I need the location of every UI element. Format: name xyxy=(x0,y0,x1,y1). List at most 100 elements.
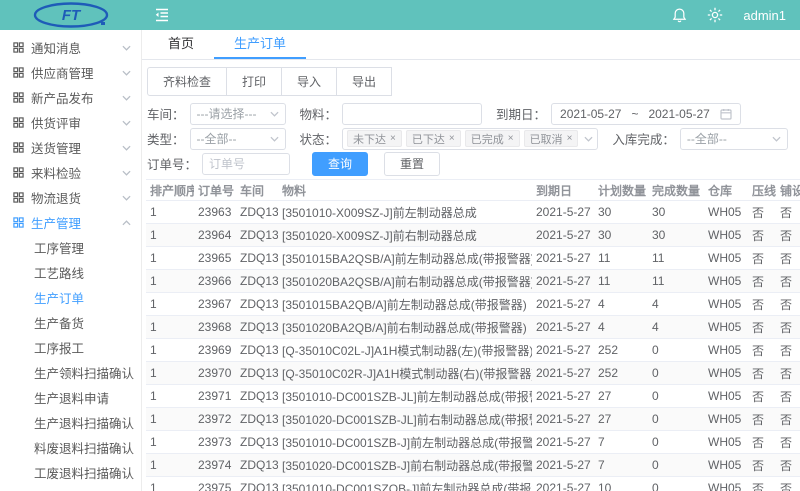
status-tag[interactable]: 已下达 × xyxy=(406,130,461,147)
username[interactable]: admin1 xyxy=(743,8,786,23)
sidebar-item[interactable]: 物流退货 xyxy=(0,185,141,210)
sidebar-item[interactable]: 供货评审 xyxy=(0,110,141,135)
cell-plan-qty: 4 xyxy=(594,297,648,311)
table-row[interactable]: 1 23968 ZDQ13 [3501020BA2QB/A]前右制动器总成(带报… xyxy=(146,316,800,339)
table-row[interactable]: 1 23971 ZDQ13 [3501010-DC001SZB-JL]前左制动器… xyxy=(146,385,800,408)
status-tag[interactable]: 已完成 × xyxy=(465,130,520,147)
logo-icon: FT xyxy=(31,2,111,28)
col-header-material: 物料 xyxy=(278,182,532,199)
tag-close-icon[interactable]: × xyxy=(390,134,396,144)
inbound-complete-label: 入库完成： xyxy=(612,129,675,148)
cell-material: [3501020-DC001SZB-J]前右制动器总成(带报警器) xyxy=(278,457,532,474)
sidebar-item[interactable]: 工艺路线 xyxy=(0,260,141,285)
cell-lay: 否 xyxy=(776,250,800,267)
table-row[interactable]: 1 23972 ZDQ13 [3501020-DC001SZB-JL]前右制动器… xyxy=(146,408,800,431)
calendar-icon xyxy=(720,108,732,120)
table-row[interactable]: 1 23964 ZDQ13 [3501020-X009SZ-J]前右制动器总成 … xyxy=(146,224,800,247)
sidebar-item[interactable]: 料废退料扫描确认 xyxy=(0,435,141,460)
sidebar-item-label: 工序管理 xyxy=(34,238,84,257)
workshop-select-value: ---请选择--- xyxy=(197,105,257,122)
reset-button[interactable]: 重置 xyxy=(384,152,440,176)
cell-material: [3501015BA2QSB/A]前左制动器总成(带报警器) xyxy=(278,250,532,267)
sidebar-item[interactable]: 生产备货 xyxy=(0,310,141,335)
cell-workshop: ZDQ13 xyxy=(236,297,278,311)
sidebar-item[interactable]: 生产退料扫描确认 xyxy=(0,410,141,435)
notification-bell-icon[interactable] xyxy=(672,7,687,23)
sidebar-item[interactable]: 工序报工 xyxy=(0,335,141,360)
tab[interactable]: 首页 xyxy=(148,30,214,59)
due-date-range[interactable]: 2021-05-27 ~ 2021-05-27 xyxy=(551,103,741,125)
sidebar-item[interactable]: 生产领料扫描确认 xyxy=(0,360,141,385)
toolbar-button[interactable]: 导入 xyxy=(281,67,337,96)
cell-done-qty: 0 xyxy=(648,343,704,357)
tag-close-icon[interactable]: × xyxy=(508,134,514,144)
cell-order-no: 23972 xyxy=(194,412,236,426)
tag-close-icon[interactable]: × xyxy=(567,134,573,144)
sidebar-item-label: 生产备货 xyxy=(34,313,84,332)
sidebar-item[interactable]: 工序管理 xyxy=(0,235,141,260)
cell-warehouse: WH05 xyxy=(704,320,748,334)
status-tag[interactable]: 未下达 × xyxy=(347,130,402,147)
cell-done-qty: 0 xyxy=(648,481,704,491)
grid-icon xyxy=(13,42,24,53)
cell-workshop: ZDQ13 xyxy=(236,412,278,426)
sidebar-item[interactable]: 送货管理 xyxy=(0,135,141,160)
cell-seq: 1 xyxy=(146,435,194,449)
toolbar-button[interactable]: 齐料检查 xyxy=(147,67,227,96)
sidebar-item[interactable]: 供应商管理 xyxy=(0,60,141,85)
sidebar-item-label: 物流退货 xyxy=(31,188,81,207)
status-multiselect[interactable]: 未下达 × 已下达 × 已完成 × xyxy=(342,128,598,150)
settings-gear-icon[interactable] xyxy=(707,7,723,23)
search-button[interactable]: 查询 xyxy=(312,152,368,176)
order-no-input[interactable] xyxy=(202,153,290,175)
type-select[interactable]: --全部-- xyxy=(190,128,286,150)
cell-lay: 否 xyxy=(776,480,800,491)
toolbar-button[interactable]: 打印 xyxy=(226,67,282,96)
table-row[interactable]: 1 23974 ZDQ13 [3501020-DC001SZB-J]前右制动器总… xyxy=(146,454,800,477)
sidebar-item[interactable]: 生产退料申请 xyxy=(0,385,141,410)
cell-order-no: 23969 xyxy=(194,343,236,357)
sidebar-item[interactable]: 生产管理 xyxy=(0,210,141,235)
grid-icon xyxy=(13,67,24,78)
cell-material: [3501020-X009SZ-J]前右制动器总成 xyxy=(278,227,532,244)
cell-press-line: 否 xyxy=(748,480,776,491)
sidebar-item[interactable]: 新产品发布 xyxy=(0,85,141,110)
cell-workshop: ZDQ13 xyxy=(236,435,278,449)
table-row[interactable]: 1 23965 ZDQ13 [3501015BA2QSB/A]前左制动器总成(带… xyxy=(146,247,800,270)
status-tag[interactable]: 已取消 × xyxy=(524,130,579,147)
tag-close-icon[interactable]: × xyxy=(449,134,455,144)
cell-lay: 否 xyxy=(776,388,800,405)
table-row[interactable]: 1 23973 ZDQ13 [3501010-DC001SZB-J]前左制动器总… xyxy=(146,431,800,454)
workshop-select[interactable]: ---请选择--- xyxy=(190,103,286,125)
material-input[interactable] xyxy=(342,103,482,125)
cell-done-qty: 0 xyxy=(648,366,704,380)
sidebar-item[interactable]: 来料检验 xyxy=(0,160,141,185)
sidebar-item-label: 生产订单 xyxy=(34,288,84,307)
cell-done-qty: 30 xyxy=(648,228,704,242)
orders-table: 排产顺序 订单号 车间 物料 到期日 计划数量 完成数量 仓库 压线 铺设 1 … xyxy=(146,179,800,491)
tab[interactable]: 生产订单 xyxy=(214,30,306,59)
cell-lay: 否 xyxy=(776,296,800,313)
sidebar-item[interactable]: 通知消息 xyxy=(0,35,141,60)
table-row[interactable]: 1 23970 ZDQ13 [Q-35010C02R-J]A1H模式制动器(右)… xyxy=(146,362,800,385)
sidebar-item-label: 生产领料扫描确认 xyxy=(34,363,134,382)
sidebar-item[interactable]: 生产订单 xyxy=(0,285,141,310)
cell-done-qty: 0 xyxy=(648,389,704,403)
table-row[interactable]: 1 23967 ZDQ13 [3501015BA2QB/A]前左制动器总成(带报… xyxy=(146,293,800,316)
table-row[interactable]: 1 23966 ZDQ13 [3501020BA2QSB/A]前右制动器总成(带… xyxy=(146,270,800,293)
cell-plan-qty: 10 xyxy=(594,481,648,491)
sidebar-item-label: 供货评审 xyxy=(31,113,81,132)
sidebar-item[interactable]: 工废退料扫描确认 xyxy=(0,460,141,485)
order-no-label: 订单号： xyxy=(147,154,197,173)
date-range-separator: ~ xyxy=(631,107,638,121)
cell-press-line: 否 xyxy=(748,388,776,405)
sidebar-collapse-icon[interactable] xyxy=(154,8,170,22)
cell-material: [3501020BA2QSB/A]前右制动器总成(带报警器) xyxy=(278,273,532,290)
cell-workshop: ZDQ13 xyxy=(236,366,278,380)
toolbar-button[interactable]: 导出 xyxy=(336,67,392,96)
table-row[interactable]: 1 23975 ZDQ13 [3501010-DC001SZQB-J]前左制动器… xyxy=(146,477,800,491)
inbound-complete-select[interactable]: --全部-- xyxy=(680,128,788,150)
table-row[interactable]: 1 23963 ZDQ13 [3501010-X009SZ-J]前左制动器总成 … xyxy=(146,201,800,224)
status-tag-label: 未下达 xyxy=(353,131,386,147)
table-row[interactable]: 1 23969 ZDQ13 [Q-35010C02L-J]A1H模式制动器(左)… xyxy=(146,339,800,362)
